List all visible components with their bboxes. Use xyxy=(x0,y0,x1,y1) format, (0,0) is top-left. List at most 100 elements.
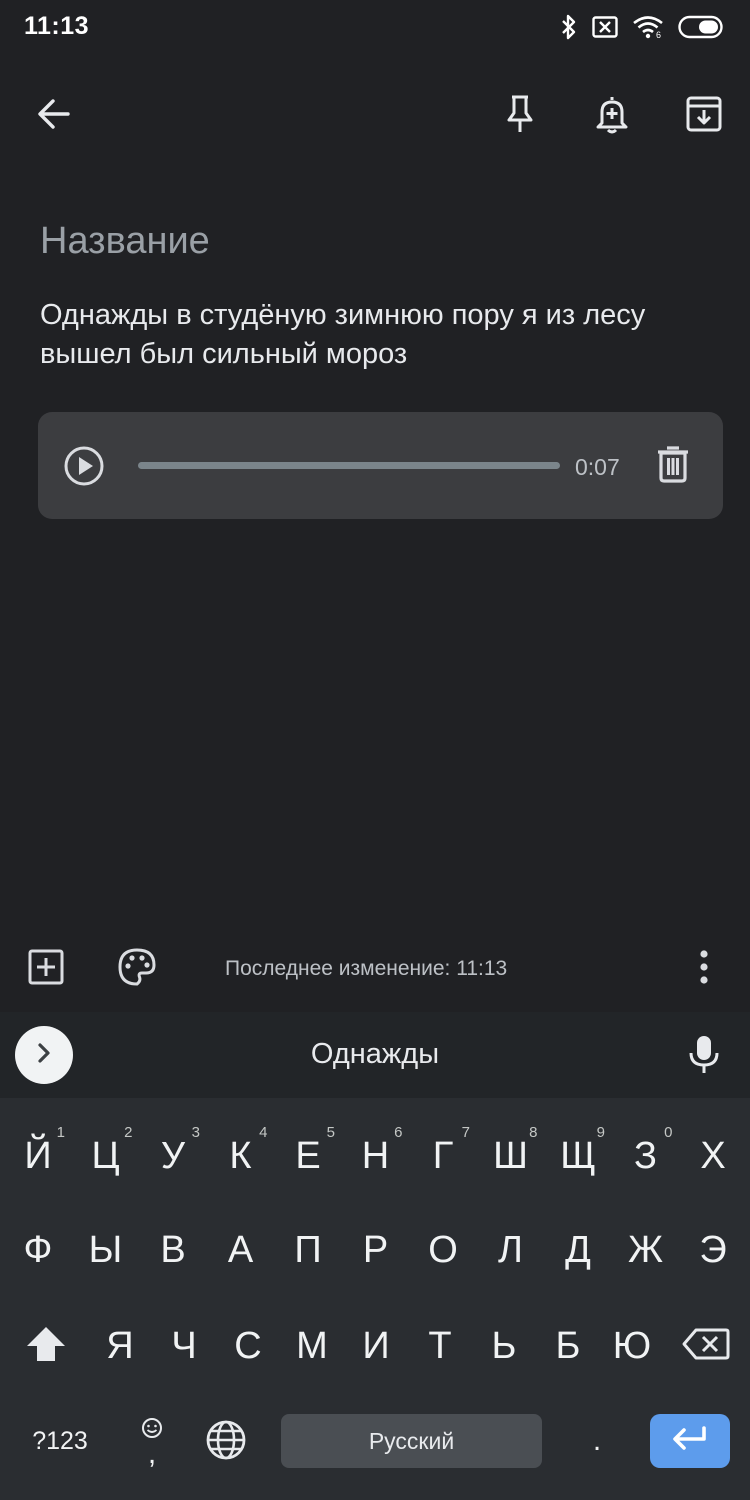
audio-delete-button[interactable] xyxy=(656,445,696,485)
microphone-icon xyxy=(688,1036,720,1080)
color-palette-button[interactable] xyxy=(105,935,169,999)
language-switch-key[interactable] xyxy=(200,1416,252,1468)
key[interactable]: К4 xyxy=(208,1116,274,1196)
key-label: Р xyxy=(362,1228,389,1271)
period-key[interactable]: . xyxy=(572,1414,622,1468)
key[interactable]: Я xyxy=(87,1306,153,1386)
key[interactable]: И xyxy=(343,1306,409,1386)
battery-icon xyxy=(678,15,726,39)
add-content-button[interactable] xyxy=(14,935,78,999)
pin-icon xyxy=(503,94,537,134)
key-label: К xyxy=(229,1134,252,1177)
key[interactable]: М xyxy=(279,1306,345,1386)
key[interactable]: П xyxy=(275,1210,341,1290)
key[interactable]: С xyxy=(215,1306,281,1386)
key-label: Ю xyxy=(612,1324,652,1367)
status-time: 11:13 xyxy=(24,12,90,40)
key[interactable]: В xyxy=(140,1210,206,1290)
sim-error-icon xyxy=(592,16,618,38)
reminder-button[interactable] xyxy=(580,82,644,146)
more-options-button[interactable] xyxy=(672,935,736,999)
key-number-hint: 1 xyxy=(56,1124,65,1141)
emoji-comma-key[interactable]: , xyxy=(128,1408,176,1472)
key[interactable]: Й1 xyxy=(5,1116,71,1196)
key-label: Г xyxy=(432,1134,454,1177)
key-label: В xyxy=(160,1228,186,1271)
key[interactable]: Е5 xyxy=(275,1116,341,1196)
shift-arrow-icon xyxy=(25,1325,67,1368)
key[interactable]: Ч xyxy=(151,1306,217,1386)
key-number-hint: 0 xyxy=(664,1124,673,1141)
backspace-key[interactable] xyxy=(668,1306,744,1386)
key[interactable]: Э xyxy=(680,1210,746,1290)
key-label: Ц xyxy=(91,1134,120,1177)
shift-key[interactable] xyxy=(10,1306,82,1386)
voice-input-button[interactable] xyxy=(688,1034,720,1081)
key-number-hint: 5 xyxy=(326,1124,335,1141)
key-label: Ш xyxy=(493,1134,528,1177)
key-label: Е xyxy=(295,1134,321,1177)
note-body-input[interactable]: Однажды в студёную зимнюю пору я из лесу… xyxy=(40,296,720,374)
key-number-hint: 7 xyxy=(461,1124,470,1141)
key[interactable]: Ж xyxy=(613,1210,679,1290)
key[interactable]: У3 xyxy=(140,1116,206,1196)
symbols-key[interactable]: ?123 xyxy=(20,1414,100,1468)
palette-icon xyxy=(117,947,157,987)
wifi-icon: 6 xyxy=(632,15,664,39)
audio-progress-bar[interactable] xyxy=(138,462,560,469)
key[interactable]: А xyxy=(208,1210,274,1290)
back-arrow-icon xyxy=(36,96,72,132)
key[interactable]: Ц2 xyxy=(73,1116,139,1196)
trash-icon xyxy=(656,446,690,487)
note-title-input[interactable]: Название xyxy=(40,220,210,263)
key[interactable]: Т xyxy=(407,1306,473,1386)
key[interactable]: Г7 xyxy=(410,1116,476,1196)
note-bottom-toolbar: Последнее изменение: 11:13 xyxy=(0,935,750,1005)
key[interactable]: О xyxy=(410,1210,476,1290)
key-label: Щ xyxy=(560,1134,596,1177)
key[interactable]: Б xyxy=(535,1306,601,1386)
key[interactable]: Ь xyxy=(471,1306,537,1386)
key[interactable]: Ю xyxy=(599,1306,665,1386)
last-edited-label: Последнее изменение: 11:13 xyxy=(225,957,508,980)
key-label: З xyxy=(634,1134,657,1177)
note-top-bar xyxy=(0,72,750,156)
add-box-icon xyxy=(27,948,65,986)
key[interactable]: Щ9 xyxy=(545,1116,611,1196)
space-key[interactable]: Русский xyxy=(281,1414,542,1468)
status-icons: 6 xyxy=(560,14,726,40)
audio-play-button[interactable] xyxy=(62,444,106,488)
suggestion-word[interactable]: Однажды xyxy=(0,1038,750,1071)
status-bar: 11:13 6 xyxy=(0,0,750,56)
key[interactable]: Ш8 xyxy=(478,1116,544,1196)
key-number-hint: 6 xyxy=(394,1124,403,1141)
key-label: Х xyxy=(700,1134,726,1177)
key-label: О xyxy=(428,1228,458,1271)
key[interactable]: Д xyxy=(545,1210,611,1290)
archive-button[interactable] xyxy=(672,82,736,146)
enter-key[interactable] xyxy=(650,1414,730,1468)
keyboard-row-3: ЯЧСМИТЬБЮ xyxy=(0,1298,750,1394)
key-number-hint: 3 xyxy=(191,1124,200,1141)
key-label: Ы xyxy=(88,1228,123,1271)
key[interactable]: Л xyxy=(478,1210,544,1290)
globe-icon xyxy=(205,1419,247,1466)
key[interactable]: Ф xyxy=(5,1210,71,1290)
key[interactable]: Н6 xyxy=(343,1116,409,1196)
key-number-hint: 8 xyxy=(529,1124,538,1141)
enter-arrow-icon xyxy=(670,1425,710,1458)
suggestion-strip: Однажды xyxy=(0,1012,750,1098)
key[interactable]: Ы xyxy=(73,1210,139,1290)
pin-button[interactable] xyxy=(488,82,552,146)
key-label: Н xyxy=(361,1134,390,1177)
key-label: Д xyxy=(565,1228,591,1271)
key-label: А xyxy=(227,1228,254,1271)
key-label: М xyxy=(296,1324,328,1367)
keyboard-row-1: Й1Ц2У3К4Е5Н6Г7Ш8Щ9З0Х xyxy=(0,1108,750,1204)
key[interactable]: Х xyxy=(680,1116,746,1196)
keyboard-row-2: ФЫВАПРОЛДЖЭ xyxy=(0,1202,750,1298)
key[interactable]: Р xyxy=(343,1210,409,1290)
key[interactable]: З0 xyxy=(613,1116,679,1196)
back-button[interactable] xyxy=(22,82,86,146)
key-label: Ч xyxy=(171,1324,197,1367)
